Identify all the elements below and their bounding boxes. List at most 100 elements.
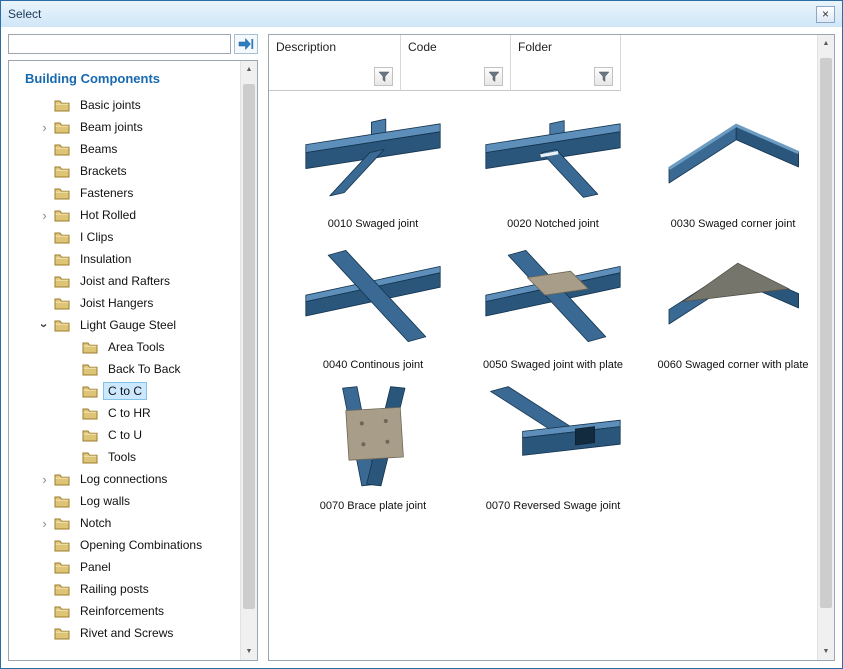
component-thumbnail bbox=[657, 244, 809, 356]
tree-item-label: Brackets bbox=[75, 162, 132, 180]
tree-scrollbar[interactable]: ▲ ▼ bbox=[240, 61, 257, 660]
folder-icon bbox=[54, 605, 70, 618]
tree-item[interactable]: Joist and Rafters bbox=[17, 270, 240, 292]
component-label: 0070 Reversed Swage joint bbox=[486, 500, 621, 512]
tree-item-label: Log connections bbox=[75, 470, 172, 488]
folder-icon bbox=[54, 253, 70, 266]
column-header-folder[interactable]: Folder bbox=[511, 35, 621, 91]
column-header-label: Description bbox=[276, 40, 393, 54]
tree-item-label: Rivet and Screws bbox=[75, 624, 178, 642]
tree-item[interactable]: Basic joints bbox=[17, 94, 240, 116]
component-grid: 0010 Swaged joint 0020 Notched joint 003… bbox=[269, 91, 817, 512]
folder-icon bbox=[54, 99, 70, 112]
close-button[interactable]: × bbox=[816, 6, 835, 23]
chevron-icon[interactable]: › bbox=[37, 208, 52, 223]
tree-item[interactable]: Log walls bbox=[17, 490, 240, 512]
scroll-down-icon[interactable]: ▼ bbox=[818, 643, 834, 660]
chevron-icon[interactable]: › bbox=[37, 472, 52, 487]
titlebar[interactable]: Select × bbox=[1, 1, 842, 27]
filter-button-code[interactable] bbox=[484, 67, 503, 86]
search-go-button[interactable] bbox=[234, 34, 258, 54]
component-thumbnail bbox=[477, 244, 629, 356]
tree-item[interactable]: Panel bbox=[17, 556, 240, 578]
tree-item-label: Joist and Rafters bbox=[75, 272, 175, 290]
component-item[interactable]: 0030 Swaged corner joint bbox=[643, 103, 817, 230]
tree-item[interactable]: › Light Gauge Steel bbox=[17, 314, 240, 336]
tree-item[interactable]: › Beam joints bbox=[17, 116, 240, 138]
component-thumbnail bbox=[657, 103, 809, 215]
column-header-description[interactable]: Description bbox=[269, 35, 401, 91]
component-label: 0040 Continous joint bbox=[323, 359, 423, 371]
component-label: 0010 Swaged joint bbox=[328, 218, 419, 230]
scroll-up-icon[interactable]: ▲ bbox=[241, 61, 257, 78]
component-item[interactable]: 0010 Swaged joint bbox=[283, 103, 463, 230]
component-item[interactable]: 0070 Brace plate joint bbox=[283, 385, 463, 512]
search-input[interactable] bbox=[8, 34, 231, 54]
column-header-label: Folder bbox=[518, 40, 613, 54]
results-panel: Description Code Folder bbox=[268, 34, 835, 661]
tree-item[interactable]: Beams bbox=[17, 138, 240, 160]
dialog-body: Building Components Basic joints › Beam … bbox=[1, 27, 842, 668]
component-item[interactable]: 0060 Swaged corner with plate bbox=[643, 244, 817, 371]
chevron-icon[interactable]: › bbox=[37, 120, 52, 135]
scroll-up-icon[interactable]: ▲ bbox=[818, 35, 834, 52]
grid-scrollbar[interactable]: ▲ ▼ bbox=[817, 35, 834, 660]
tree-item[interactable]: Back To Back bbox=[17, 358, 240, 380]
component-label: 0020 Notched joint bbox=[507, 218, 599, 230]
tree-item[interactable]: Fasteners bbox=[17, 182, 240, 204]
tree-item[interactable]: Brackets bbox=[17, 160, 240, 182]
tree-item[interactable]: Joist Hangers bbox=[17, 292, 240, 314]
component-label: 0050 Swaged joint with plate bbox=[483, 359, 623, 371]
tree-item[interactable]: Reinforcements bbox=[17, 600, 240, 622]
tree-item[interactable]: C to C bbox=[17, 380, 240, 402]
tree-item-label: Insulation bbox=[75, 250, 136, 268]
tree-item-label: Basic joints bbox=[75, 96, 146, 114]
component-thumbnail bbox=[297, 244, 449, 356]
tree-item[interactable]: C to HR bbox=[17, 402, 240, 424]
chevron-icon[interactable]: › bbox=[37, 516, 52, 531]
tree-item[interactable]: Rivet and Screws bbox=[17, 622, 240, 644]
search-row bbox=[8, 34, 258, 54]
tree-item-label: Opening Combinations bbox=[75, 536, 207, 554]
tree-item[interactable]: › Notch bbox=[17, 512, 240, 534]
chevron-icon[interactable]: › bbox=[37, 318, 52, 333]
tree-item[interactable]: › Log connections bbox=[17, 468, 240, 490]
tree-item[interactable]: Railing posts bbox=[17, 578, 240, 600]
component-item[interactable]: 0050 Swaged joint with plate bbox=[463, 244, 643, 371]
folder-icon bbox=[82, 363, 98, 376]
tree-item-label: Hot Rolled bbox=[75, 206, 141, 224]
tree-scrollbar-thumb[interactable] bbox=[243, 84, 255, 609]
tree-item[interactable]: Insulation bbox=[17, 248, 240, 270]
tree-item-label: Light Gauge Steel bbox=[75, 316, 181, 334]
tree-scrollbar-track[interactable] bbox=[241, 78, 257, 643]
grid-scrollbar-track[interactable] bbox=[818, 52, 834, 643]
folder-icon bbox=[54, 275, 70, 288]
tree-item[interactable]: C to U bbox=[17, 424, 240, 446]
column-header-code[interactable]: Code bbox=[401, 35, 511, 91]
tree-item-label: C to C bbox=[103, 382, 147, 400]
component-item[interactable]: 0020 Notched joint bbox=[463, 103, 643, 230]
column-header-label: Code bbox=[408, 40, 503, 54]
tree-item[interactable]: › Hot Rolled bbox=[17, 204, 240, 226]
filter-button-folder[interactable] bbox=[594, 67, 613, 86]
component-label: 0030 Swaged corner joint bbox=[671, 218, 796, 230]
component-item[interactable]: 0040 Continous joint bbox=[283, 244, 463, 371]
tree-item[interactable]: Area Tools bbox=[17, 336, 240, 358]
tree-item[interactable]: Opening Combinations bbox=[17, 534, 240, 556]
grid-scrollbar-thumb[interactable] bbox=[820, 58, 832, 608]
tree-item[interactable]: I Clips bbox=[17, 226, 240, 248]
filter-button-description[interactable] bbox=[374, 67, 393, 86]
component-item[interactable]: 0070 Reversed Swage joint bbox=[463, 385, 643, 512]
tree-item-label: Beams bbox=[75, 140, 122, 158]
tree-panel: Building Components Basic joints › Beam … bbox=[8, 60, 258, 661]
scroll-down-icon[interactable]: ▼ bbox=[241, 643, 257, 660]
tree-item-label: Area Tools bbox=[103, 338, 169, 356]
tree-item[interactable]: Tools bbox=[17, 446, 240, 468]
results-inner: Description Code Folder bbox=[269, 35, 817, 660]
tree-item-label: Railing posts bbox=[75, 580, 154, 598]
component-label: 0070 Brace plate joint bbox=[320, 500, 426, 512]
component-label: 0060 Swaged corner with plate bbox=[657, 359, 808, 371]
tree-root-label[interactable]: Building Components bbox=[17, 69, 240, 94]
folder-icon bbox=[82, 429, 98, 442]
column-headers: Description Code Folder bbox=[269, 35, 817, 91]
